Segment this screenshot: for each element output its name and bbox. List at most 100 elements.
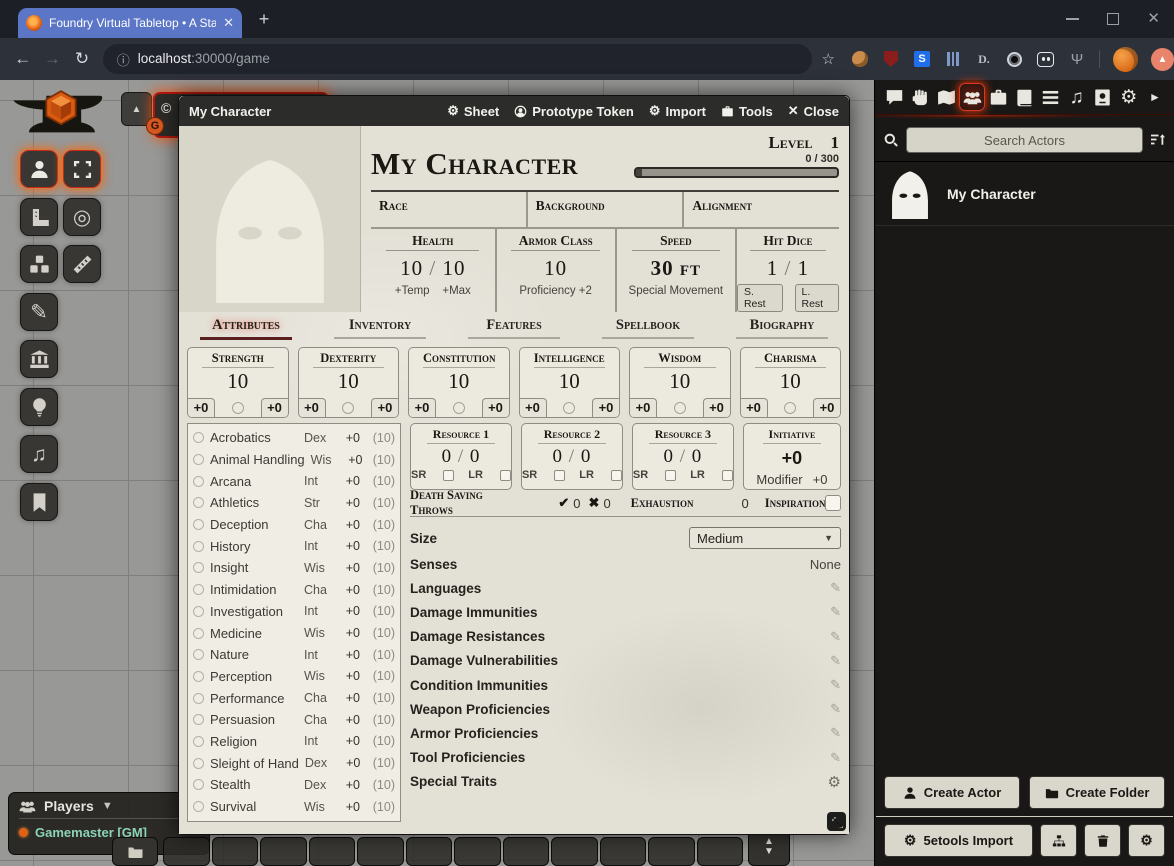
page-down-icon[interactable]: ▼ bbox=[764, 847, 774, 857]
sheet-config-button[interactable]: ⚙Sheet bbox=[447, 103, 499, 119]
robot-extension-icon[interactable] bbox=[1037, 52, 1054, 67]
ability-save[interactable]: +0 bbox=[813, 398, 840, 417]
bookmark-star-icon[interactable]: ☆ bbox=[822, 50, 835, 68]
token-controls-button[interactable] bbox=[20, 150, 58, 188]
proficiency-toggle[interactable] bbox=[193, 779, 204, 790]
hotbar-slot[interactable] bbox=[309, 837, 356, 866]
tab-journal[interactable] bbox=[1011, 83, 1037, 111]
hotbar-slot[interactable] bbox=[406, 837, 453, 866]
long-rest-checkbox[interactable] bbox=[500, 470, 511, 481]
sidebar-collapse-button[interactable]: ► bbox=[1142, 83, 1168, 111]
ability-score[interactable]: 10 bbox=[299, 368, 399, 398]
delete-button[interactable] bbox=[1084, 824, 1121, 857]
short-rest-checkbox[interactable] bbox=[443, 470, 454, 481]
edit-icon[interactable]: ✎ bbox=[830, 701, 841, 717]
background-field[interactable]: Background bbox=[528, 192, 685, 227]
hotbar-slot[interactable] bbox=[697, 837, 744, 866]
hotbar-slot[interactable] bbox=[357, 837, 404, 866]
window-header[interactable]: My Character ⚙Sheet Prototype Token ⚙Imp… bbox=[179, 96, 849, 126]
tab-features[interactable]: Features bbox=[447, 317, 581, 339]
tab-close-icon[interactable]: ✕ bbox=[223, 15, 234, 31]
select-tool-button[interactable] bbox=[63, 150, 101, 188]
ability-mod[interactable]: +0 bbox=[299, 398, 326, 417]
ability-save[interactable]: +0 bbox=[592, 398, 619, 417]
inspiration-checkbox[interactable] bbox=[825, 495, 841, 511]
5etools-import-button[interactable]: ⚙ 5etools Import bbox=[884, 824, 1033, 857]
ability-mod[interactable]: +0 bbox=[409, 398, 436, 417]
sort-icon[interactable] bbox=[1150, 132, 1166, 148]
ability-save[interactable]: +0 bbox=[261, 398, 288, 417]
ability-save[interactable]: +0 bbox=[703, 398, 730, 417]
tab-combat[interactable] bbox=[907, 83, 933, 111]
proficiency-toggle[interactable] bbox=[193, 736, 204, 747]
tab-attributes[interactable]: Attributes bbox=[179, 317, 313, 340]
hotbar-slot[interactable] bbox=[600, 837, 647, 866]
hotbar-slot[interactable] bbox=[503, 837, 550, 866]
long-rest-checkbox[interactable] bbox=[611, 470, 622, 481]
cookie-extension-icon[interactable] bbox=[852, 51, 868, 67]
create-folder-button[interactable]: Create Folder bbox=[1029, 776, 1165, 809]
initiative-value[interactable]: +0 bbox=[782, 448, 803, 469]
tiles-controls-button[interactable] bbox=[20, 245, 58, 283]
tab-playlists[interactable]: ♫ bbox=[1064, 83, 1090, 111]
proficiency-toggle[interactable] bbox=[193, 693, 204, 704]
profile-avatar[interactable] bbox=[1113, 47, 1138, 72]
tab-actors[interactable] bbox=[959, 83, 985, 111]
maximize-icon[interactable] bbox=[1107, 13, 1119, 25]
hotbar-slot[interactable] bbox=[163, 837, 210, 866]
race-field[interactable]: Race bbox=[371, 192, 528, 227]
hotbar-slot[interactable] bbox=[648, 837, 695, 866]
proficiency-toggle[interactable] bbox=[193, 628, 204, 639]
eye-extension-icon[interactable] bbox=[1007, 52, 1022, 67]
ability-name[interactable]: Charisma bbox=[755, 351, 827, 368]
walls-controls-button[interactable] bbox=[20, 340, 58, 378]
senses-value[interactable]: None bbox=[810, 557, 841, 572]
short-rest-checkbox[interactable] bbox=[554, 470, 565, 481]
save-proficiency-toggle[interactable] bbox=[342, 402, 354, 414]
macro-folder-button[interactable] bbox=[112, 837, 158, 866]
death-fail-icon[interactable]: ✖ bbox=[589, 495, 600, 511]
ability-name[interactable]: Intelligence bbox=[534, 351, 606, 368]
speed-value[interactable]: 30 ft bbox=[651, 256, 701, 281]
ability-name[interactable]: Strength bbox=[202, 351, 274, 368]
adblock-extension-icon[interactable] bbox=[884, 51, 898, 67]
sounds-controls-button[interactable]: ♫ bbox=[20, 435, 58, 473]
exhaustion-value[interactable]: 0 bbox=[742, 496, 749, 511]
save-proficiency-toggle[interactable] bbox=[674, 402, 686, 414]
long-rest-button[interactable]: L. Rest bbox=[795, 284, 840, 312]
configure-special-traits-icon[interactable]: ⚙ bbox=[828, 773, 841, 791]
level-value[interactable]: 1 bbox=[831, 133, 840, 153]
ability-mod[interactable]: +0 bbox=[520, 398, 547, 417]
tab-settings[interactable]: ⚙ bbox=[1116, 83, 1142, 111]
long-rest-checkbox[interactable] bbox=[722, 470, 733, 481]
update-button[interactable]: ▲ bbox=[1151, 48, 1174, 71]
edit-icon[interactable]: ✎ bbox=[830, 653, 841, 669]
d-extension-icon[interactable]: D. bbox=[978, 52, 990, 67]
proficiency-toggle[interactable] bbox=[193, 801, 204, 812]
close-window-icon[interactable]: ✕ bbox=[1147, 13, 1160, 25]
edit-icon[interactable]: ✎ bbox=[830, 677, 841, 693]
save-proficiency-toggle[interactable] bbox=[563, 402, 575, 414]
ability-save[interactable]: +0 bbox=[482, 398, 509, 417]
proficiency-toggle[interactable] bbox=[193, 758, 204, 769]
death-success-icon[interactable]: ✔ bbox=[558, 495, 569, 511]
drawing-controls-button[interactable]: ✎ bbox=[20, 293, 58, 331]
create-actor-button[interactable]: Create Actor bbox=[884, 776, 1020, 809]
prototype-token-button[interactable]: Prototype Token bbox=[514, 104, 634, 119]
hit-dice-value[interactable]: 1 / 1 bbox=[767, 256, 809, 281]
back-icon[interactable]: ← bbox=[8, 49, 38, 69]
proficiency-toggle[interactable] bbox=[193, 671, 204, 682]
minimize-icon[interactable] bbox=[1066, 18, 1079, 20]
measure-controls-button[interactable] bbox=[20, 198, 58, 236]
initiative-modifier[interactable]: +0 bbox=[813, 472, 828, 487]
proficiency-toggle[interactable] bbox=[193, 519, 204, 530]
ability-mod[interactable]: +0 bbox=[630, 398, 657, 417]
save-proficiency-toggle[interactable] bbox=[453, 402, 465, 414]
hp-temp-labels[interactable]: +Temp +Max bbox=[395, 285, 471, 297]
hotbar-slot[interactable] bbox=[454, 837, 501, 866]
ability-name[interactable]: Wisdom bbox=[644, 351, 716, 368]
character-name[interactable]: My Character bbox=[371, 146, 578, 182]
proficiency-toggle[interactable] bbox=[193, 584, 204, 595]
edit-icon[interactable]: ✎ bbox=[830, 604, 841, 620]
ability-mod[interactable]: +0 bbox=[188, 398, 215, 417]
